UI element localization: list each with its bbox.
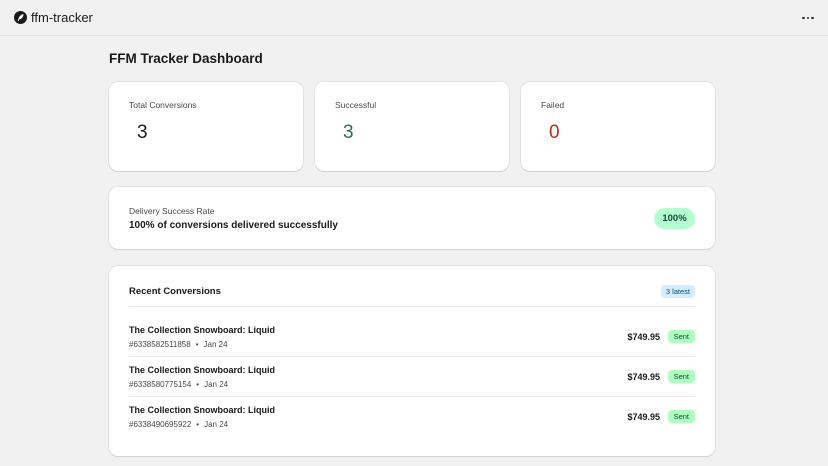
successful-card: Successful 3 [315, 82, 509, 171]
separator-dot: • [195, 340, 199, 349]
delivery-rate-card: Delivery Success Rate 100% of conversion… [109, 187, 715, 249]
conversion-row[interactable]: The Collection Snowboard: Liquid #633849… [129, 397, 695, 437]
app-title: ffm-tracker [31, 10, 93, 25]
stat-label: Successful [335, 100, 377, 110]
product-title: The Collection Snowboard: Liquid [129, 325, 275, 335]
success-rate-badge: 100% [654, 208, 695, 229]
top-bar: ffm-tracker [0, 0, 828, 36]
order-date: Jan 24 [204, 380, 229, 389]
stat-value: 3 [137, 122, 148, 143]
more-horizontal-icon [802, 16, 805, 20]
stat-label: Failed [541, 100, 565, 110]
separator-dot: • [196, 420, 200, 429]
order-meta: #6338580775154 • Jan 24 [129, 380, 228, 389]
count-badge: 3 latest [660, 285, 695, 298]
recent-conversions-title: Recent Conversions [129, 286, 221, 297]
product-title: The Collection Snowboard: Liquid [129, 405, 275, 415]
order-date: Jan 24 [203, 340, 228, 349]
recent-conversions-header: Recent Conversions 3 latest [129, 266, 695, 307]
stat-label: Total Conversions [129, 100, 197, 110]
total-conversions-card: Total Conversions 3 [109, 82, 303, 171]
order-meta: #6338582511858 • Jan 24 [129, 340, 228, 349]
conversion-row[interactable]: The Collection Snowboard: Liquid #633858… [129, 357, 695, 397]
order-number: #6338580775154 [129, 380, 192, 389]
order-date: Jan 24 [204, 420, 229, 429]
conversion-row[interactable]: The Collection Snowboard: Liquid #633858… [129, 317, 695, 357]
recent-conversions-card: Recent Conversions 3 latest The Collecti… [109, 266, 715, 456]
status-badge: Sent [667, 330, 695, 343]
feather-icon [14, 11, 27, 24]
product-title: The Collection Snowboard: Liquid [129, 365, 275, 375]
separator-dot: • [196, 380, 200, 389]
status-badge: Sent [667, 370, 695, 383]
delivery-rate-label: Delivery Success Rate [129, 206, 215, 216]
page-title: FFM Tracker Dashboard [109, 51, 263, 66]
more-actions-button[interactable] [798, 10, 818, 26]
stat-value: 3 [343, 122, 354, 143]
order-price: $749.95 [627, 412, 660, 422]
failed-card: Failed 0 [521, 82, 715, 171]
order-meta: #6338490695922 • Jan 24 [129, 420, 228, 429]
order-price: $749.95 [627, 372, 660, 382]
stat-value: 0 [549, 122, 560, 143]
order-number: #6338490695922 [129, 420, 192, 429]
delivery-rate-description: 100% of conversions delivered successful… [129, 220, 338, 231]
order-number: #6338582511858 [129, 340, 191, 349]
status-badge: Sent [667, 410, 695, 423]
order-price: $749.95 [627, 332, 660, 342]
